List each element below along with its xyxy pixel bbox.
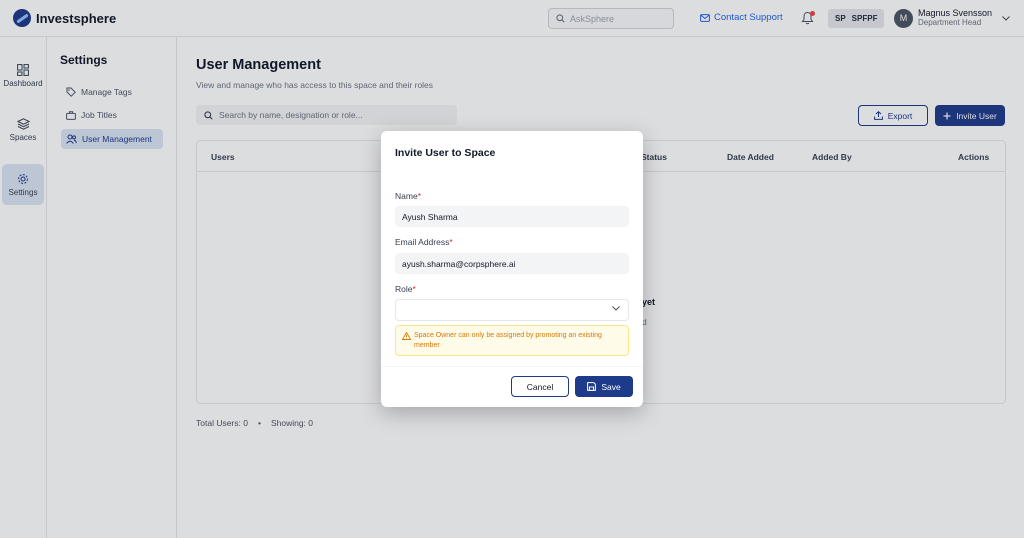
role-label: Role* — [395, 284, 416, 294]
required-mark: * — [417, 191, 421, 201]
role-warning-text: Space Owner can only be assigned by prom… — [414, 332, 602, 349]
role-select[interactable] — [395, 299, 629, 321]
dialog-divider — [381, 366, 643, 367]
name-label: Name* — [395, 191, 421, 201]
save-button[interactable]: Save — [575, 376, 633, 397]
role-label-text: Role — [395, 284, 413, 294]
save-label: Save — [601, 381, 621, 392]
invite-user-dialog: Invite User to Space Name* Ayush Sharma … — [381, 131, 643, 407]
role-warning-alert: Space Owner can only be assigned by prom… — [395, 325, 629, 356]
cancel-label: Cancel — [526, 381, 554, 392]
save-icon — [587, 382, 597, 391]
email-label-text: Email Address — [395, 237, 450, 247]
cancel-button[interactable]: Cancel — [511, 376, 569, 397]
name-label-text: Name — [395, 191, 418, 201]
dialog-title: Invite User to Space — [395, 147, 496, 159]
email-label: Email Address* — [395, 237, 453, 247]
required-mark: * — [449, 237, 453, 247]
required-mark: * — [412, 284, 416, 294]
warning-icon — [402, 332, 411, 340]
name-field[interactable]: Ayush Sharma — [395, 206, 629, 227]
chevron-down-icon — [612, 306, 620, 311]
email-field[interactable]: ayush.sharma@corpsphere.ai — [395, 253, 629, 274]
